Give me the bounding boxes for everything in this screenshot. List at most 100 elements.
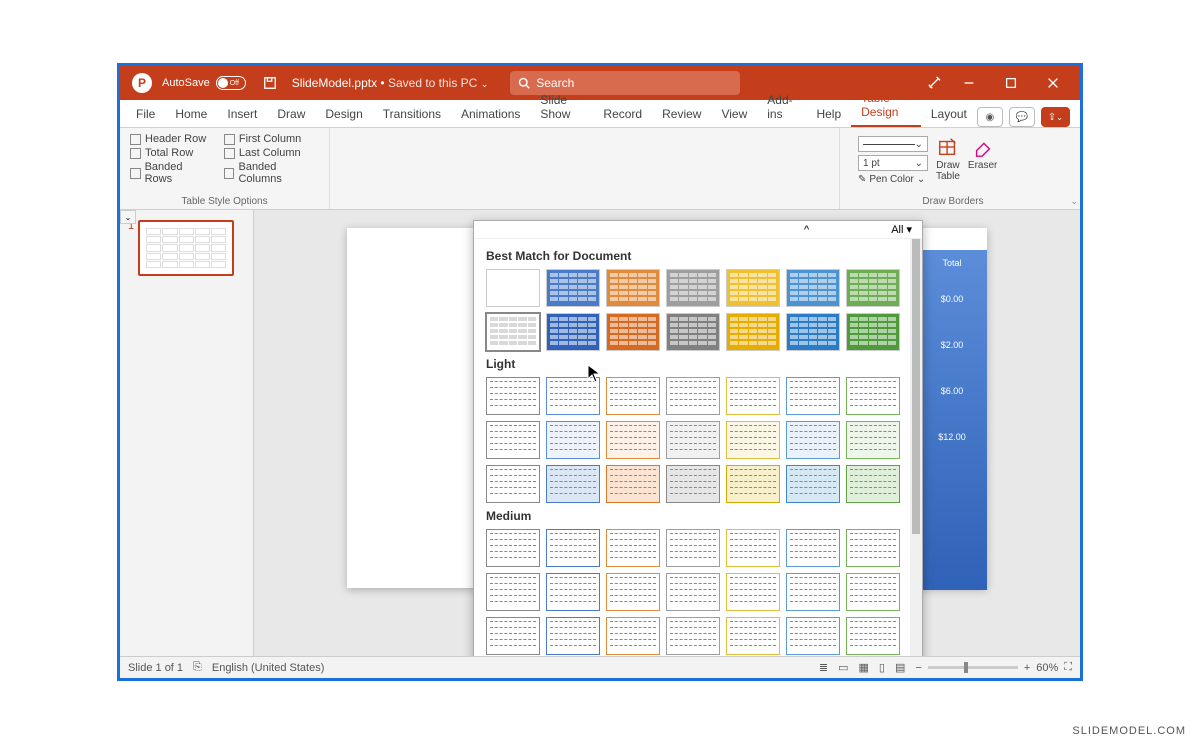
- slide-canvas[interactable]: DiscountTotal $1.00$0.00$2.00$2.00$3.00$…: [254, 210, 1080, 656]
- table-style-swatch[interactable]: [726, 313, 780, 351]
- language-label[interactable]: English (United States): [212, 662, 325, 674]
- table-style-swatch[interactable]: [546, 617, 600, 655]
- share-button[interactable]: ⇪ ⌄: [1041, 107, 1070, 127]
- option-banded-rows[interactable]: Banded Rows: [130, 160, 210, 186]
- tab-file[interactable]: File: [126, 101, 165, 127]
- table-style-swatch[interactable]: [726, 421, 780, 459]
- table-style-swatch[interactable]: [786, 269, 840, 307]
- table-style-swatch[interactable]: [726, 529, 780, 567]
- table-style-swatch[interactable]: [666, 573, 720, 611]
- tab-design[interactable]: Design: [315, 101, 372, 127]
- table-style-swatch[interactable]: [546, 573, 600, 611]
- view-normal-icon[interactable]: ▭: [838, 661, 848, 674]
- view-slideshow-icon[interactable]: ▤: [895, 661, 905, 674]
- gallery-nav-up-icon[interactable]: ^: [804, 224, 809, 236]
- dialog-launcher-icon[interactable]: ⌄: [1070, 196, 1078, 207]
- maximize-button[interactable]: [993, 69, 1029, 97]
- view-sorter-icon[interactable]: ▦: [859, 661, 869, 674]
- table-style-swatch[interactable]: [546, 269, 600, 307]
- table-style-swatch[interactable]: [606, 617, 660, 655]
- table-style-swatch[interactable]: [786, 465, 840, 503]
- table-style-swatch[interactable]: [486, 529, 540, 567]
- table-style-swatch[interactable]: [726, 617, 780, 655]
- option-total-row[interactable]: Total Row: [130, 146, 210, 160]
- table-style-swatch[interactable]: [846, 313, 900, 351]
- tab-transitions[interactable]: Transitions: [373, 101, 451, 127]
- tab-slide-show[interactable]: Slide Show: [530, 87, 593, 127]
- table-style-swatch[interactable]: [486, 465, 540, 503]
- table-style-swatch[interactable]: [546, 529, 600, 567]
- table-style-swatch[interactable]: [786, 529, 840, 567]
- table-style-swatch[interactable]: [846, 617, 900, 655]
- table-style-swatch[interactable]: [786, 421, 840, 459]
- record-button[interactable]: ◉: [977, 107, 1003, 127]
- table-style-swatch[interactable]: [786, 313, 840, 351]
- option-banded-columns[interactable]: Banded Columns: [224, 160, 319, 186]
- table-style-swatch[interactable]: [666, 313, 720, 351]
- tab-table-design[interactable]: Table Design: [851, 85, 921, 127]
- table-style-swatch[interactable]: [666, 421, 720, 459]
- table-style-swatch[interactable]: [846, 377, 900, 415]
- table-style-swatch[interactable]: [546, 465, 600, 503]
- table-style-swatch[interactable]: [546, 313, 600, 351]
- table-style-swatch[interactable]: [606, 529, 660, 567]
- tab-layout[interactable]: Layout: [921, 101, 977, 127]
- accessibility-icon[interactable]: ⎘: [193, 661, 202, 674]
- table-style-swatch[interactable]: [486, 269, 540, 307]
- slide-thumbnail[interactable]: 1: [128, 220, 245, 276]
- comments-button[interactable]: 💬: [1009, 107, 1035, 127]
- tab-insert[interactable]: Insert: [217, 101, 267, 127]
- minimize-button[interactable]: [951, 69, 987, 97]
- qat-expand-icon[interactable]: ⌄: [120, 210, 136, 224]
- table-style-swatch[interactable]: [666, 529, 720, 567]
- zoom-control[interactable]: −+ 60% ⛶: [915, 661, 1072, 674]
- table-style-swatch[interactable]: [606, 573, 660, 611]
- table-style-swatch[interactable]: [546, 421, 600, 459]
- table-style-swatch[interactable]: [606, 313, 660, 351]
- draw-table-button[interactable]: Draw Table: [936, 136, 960, 182]
- table-style-swatch[interactable]: [486, 421, 540, 459]
- table-style-swatch[interactable]: [666, 465, 720, 503]
- tab-animations[interactable]: Animations: [451, 101, 530, 127]
- table-style-swatch[interactable]: [606, 269, 660, 307]
- magic-icon[interactable]: [923, 72, 945, 94]
- autosave-toggle[interactable]: AutoSave Off: [162, 76, 246, 90]
- table-style-swatch[interactable]: [726, 377, 780, 415]
- table-style-swatch[interactable]: [606, 421, 660, 459]
- table-style-swatch[interactable]: [786, 617, 840, 655]
- table-style-swatch[interactable]: [486, 617, 540, 655]
- border-weight-select[interactable]: 1 pt⌄: [858, 155, 928, 171]
- close-button[interactable]: [1035, 69, 1071, 97]
- fit-to-window-icon[interactable]: ⛶: [1064, 661, 1072, 674]
- option-first-column[interactable]: First Column: [224, 132, 319, 146]
- tab-view[interactable]: View: [711, 101, 757, 127]
- view-reading-icon[interactable]: ▯: [879, 661, 885, 674]
- table-style-swatch[interactable]: [786, 377, 840, 415]
- gallery-scrollbar[interactable]: [910, 239, 922, 656]
- save-icon[interactable]: [259, 72, 281, 94]
- table-style-swatch[interactable]: [666, 377, 720, 415]
- table-style-swatch[interactable]: [726, 573, 780, 611]
- tab-add-ins[interactable]: Add-ins: [757, 87, 806, 127]
- table-style-swatch[interactable]: [846, 573, 900, 611]
- table-style-swatch[interactable]: [726, 269, 780, 307]
- table-style-swatch[interactable]: [846, 421, 900, 459]
- notes-button[interactable]: ≣: [819, 661, 828, 674]
- table-style-swatch[interactable]: [666, 269, 720, 307]
- table-style-swatch[interactable]: [846, 529, 900, 567]
- table-style-swatch[interactable]: [846, 465, 900, 503]
- table-style-swatch[interactable]: [486, 313, 540, 351]
- table-style-swatch[interactable]: [786, 573, 840, 611]
- table-style-swatch[interactable]: [726, 465, 780, 503]
- tab-home[interactable]: Home: [165, 101, 217, 127]
- document-title[interactable]: SlideModel.pptx • Saved to this PC ⌄: [292, 76, 489, 90]
- tab-record[interactable]: Record: [593, 101, 652, 127]
- border-style-select[interactable]: ⌄: [858, 136, 928, 152]
- eraser-button[interactable]: Eraser: [968, 136, 997, 171]
- pen-color-select[interactable]: ✎ Pen Color ⌄: [858, 174, 928, 185]
- table-style-swatch[interactable]: [486, 377, 540, 415]
- tab-draw[interactable]: Draw: [267, 101, 315, 127]
- table-style-swatch[interactable]: [606, 465, 660, 503]
- table-style-swatch[interactable]: [606, 377, 660, 415]
- table-style-swatch[interactable]: [846, 269, 900, 307]
